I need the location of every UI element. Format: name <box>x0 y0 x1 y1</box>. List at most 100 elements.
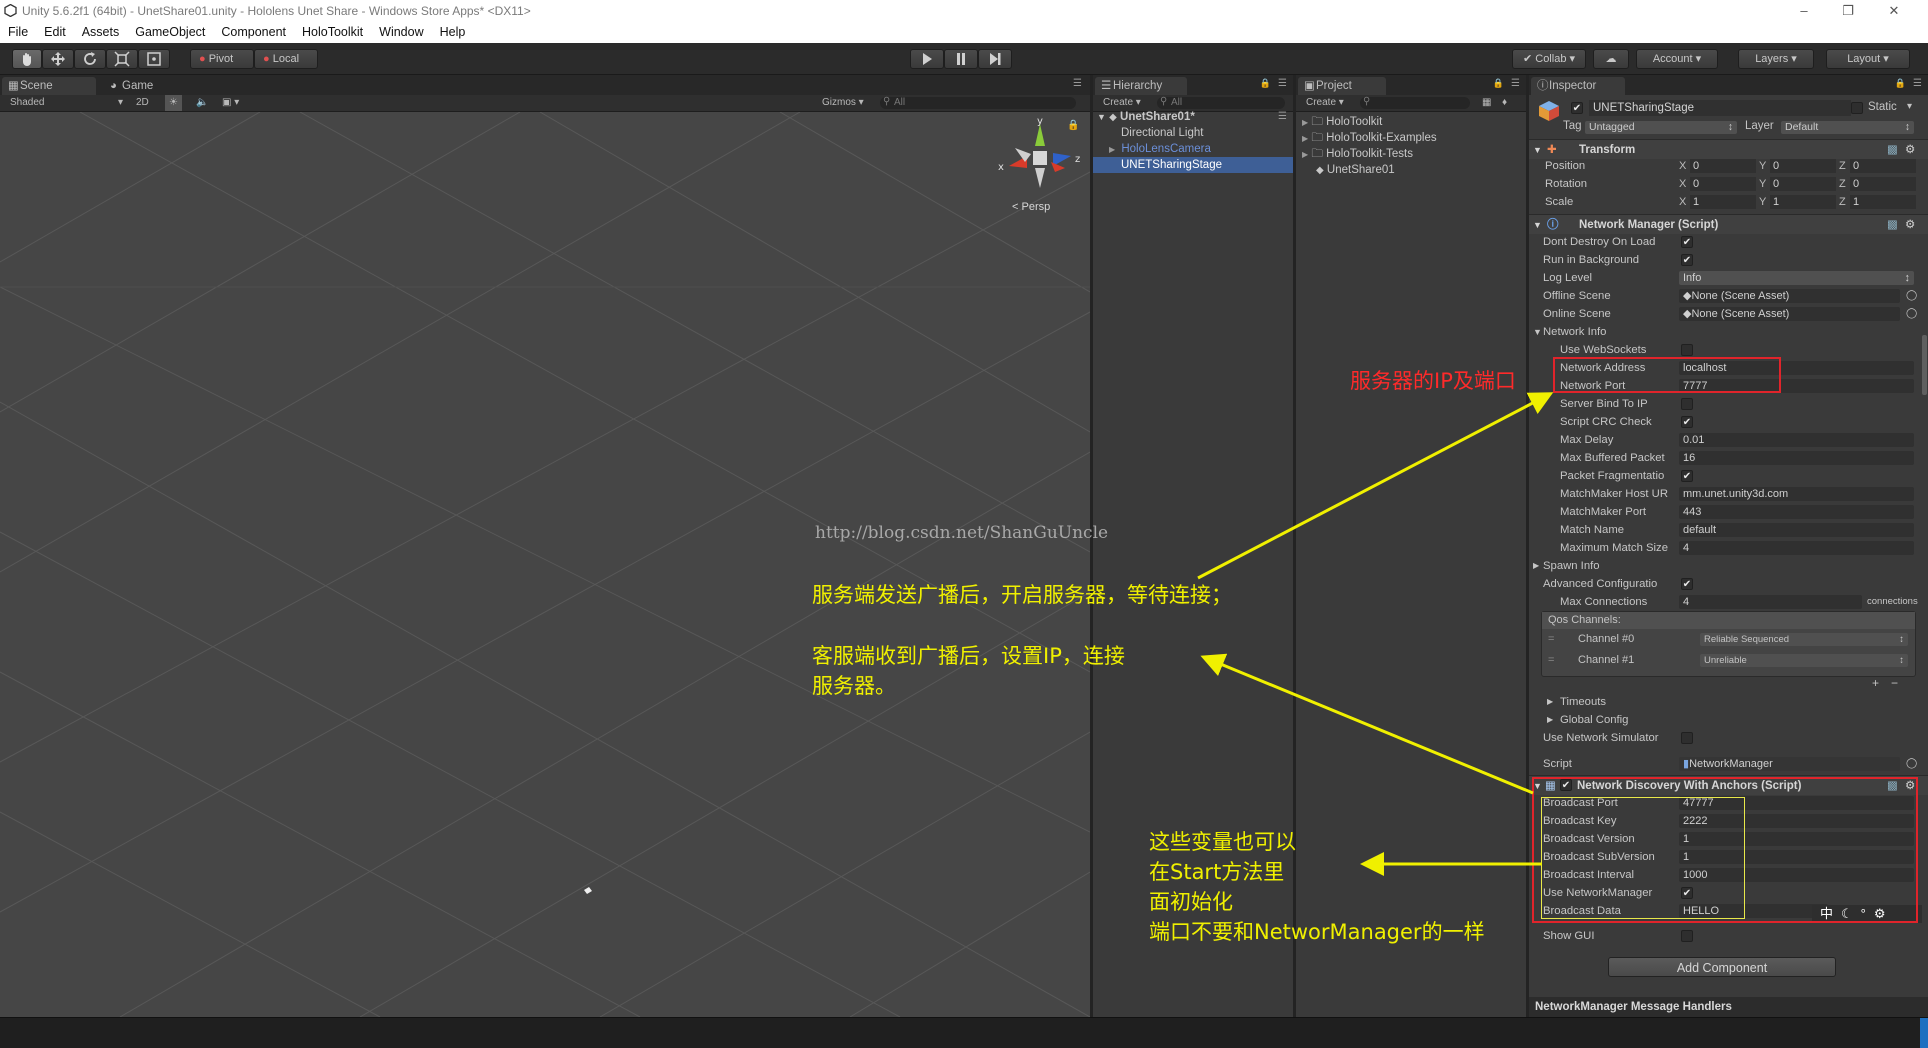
tag-dropdown[interactable]: Untagged ↕ <box>1585 121 1737 134</box>
drag-handle-icon[interactable]: = <box>1548 650 1554 671</box>
create-dropdown[interactable]: Create ▾ <box>1306 95 1344 111</box>
project-scene-row[interactable]: ◆ UnetShare01 <box>1316 162 1395 178</box>
panel-menu-icon[interactable]: ☰ <box>1511 78 1520 89</box>
hierarchy-item-selected[interactable]: UNETSharingStage <box>1093 157 1293 173</box>
match-name-input[interactable]: default <box>1679 523 1914 537</box>
active-checkbox[interactable]: ✔ <box>1571 102 1583 114</box>
layers-dropdown[interactable]: Layers ▾ <box>1738 49 1814 69</box>
project-folder-row[interactable]: ▶ 🗀 HoloToolkit <box>1302 114 1382 130</box>
layout-dropdown[interactable]: Layout ▾ <box>1826 49 1910 69</box>
x-field[interactable]: X0 <box>1679 177 1756 191</box>
tab-inspector[interactable]: ⓘ Inspector <box>1531 77 1625 95</box>
use-websockets-checkbox[interactable] <box>1681 344 1693 356</box>
local-toggle-button[interactable]: ● Local <box>254 49 318 69</box>
close-button[interactable]: ✕ <box>1872 0 1916 22</box>
object-picker-icon[interactable]: ◯ <box>1906 287 1917 305</box>
run-in-background-checkbox[interactable]: ✔ <box>1681 254 1693 266</box>
project-folder-row[interactable]: ▶ 🗀 HoloToolkit-Examples <box>1302 130 1437 146</box>
spawn-info-foldout[interactable]: ▶ Spawn Info <box>1529 557 1928 575</box>
channel-type-dropdown[interactable]: Unreliable ↕ <box>1700 654 1908 667</box>
object-picker-icon[interactable]: ◯ <box>1906 305 1917 323</box>
y-field[interactable]: Y1 <box>1759 195 1836 209</box>
max-buffered-input[interactable]: 16 <box>1679 451 1914 465</box>
menu-gameobject[interactable]: GameObject <box>135 22 205 43</box>
packet-frag-checkbox[interactable]: ✔ <box>1681 470 1693 482</box>
hierarchy-search-field[interactable]: ⚲ All <box>1157 96 1285 109</box>
project-folder-row[interactable]: ▶ 🗀 HoloToolkit-Tests <box>1302 146 1413 162</box>
global-config-foldout[interactable]: ▶ Global Config <box>1529 711 1928 729</box>
inspector-scrollbar[interactable] <box>1922 335 1927 395</box>
gizmo-lock-icon[interactable]: 🔒 <box>1067 120 1079 131</box>
add-channel-icon[interactable]: + <box>1872 676 1879 690</box>
orientation-gizmo[interactable]: y x z <box>995 118 1085 208</box>
object-picker-icon[interactable]: ◯ <box>1906 755 1917 773</box>
menu-component[interactable]: Component <box>221 22 286 43</box>
advanced-config-checkbox[interactable]: ✔ <box>1681 578 1693 590</box>
offline-scene-field[interactable]: ◆None (Scene Asset) <box>1679 289 1900 303</box>
menu-edit[interactable]: Edit <box>44 22 66 43</box>
panel-menu-icon[interactable]: ☰ <box>1913 78 1922 89</box>
static-checkbox[interactable] <box>1851 102 1863 114</box>
tab-project[interactable]: ▣ Project <box>1298 77 1386 95</box>
z-field[interactable]: Z0 <box>1839 177 1916 191</box>
filter-by-label-icon[interactable]: ♦ <box>1502 95 1507 111</box>
qos-channel-row[interactable]: = Channel #0 Reliable Sequenced ↕ <box>1542 629 1915 650</box>
rotate-tool-button[interactable] <box>74 49 106 69</box>
max-connections-input[interactable]: 4 <box>1679 595 1862 609</box>
mm-host-input[interactable]: mm.unet.unity3d.com <box>1679 487 1914 501</box>
max-match-size-input[interactable]: 4 <box>1679 541 1914 555</box>
effects-dropdown-icon[interactable]: ▣ ▾ <box>222 95 239 111</box>
shading-mode-dropdown[interactable]: Shaded <box>10 95 44 111</box>
step-button[interactable] <box>978 49 1012 69</box>
panel-menu-icon[interactable]: ☰ <box>1073 78 1082 89</box>
max-delay-input[interactable]: 0.01 <box>1679 433 1914 447</box>
y-field[interactable]: Y0 <box>1759 177 1836 191</box>
scale-tool-button[interactable] <box>106 49 138 69</box>
play-button[interactable] <box>910 49 944 69</box>
scene-root-row[interactable]: ▼ ◆ UnetShare01* ☰ <box>1097 109 1289 125</box>
menu-window[interactable]: Window <box>379 22 423 43</box>
show-gui-checkbox[interactable] <box>1681 930 1693 942</box>
dont-destroy-checkbox[interactable]: ✔ <box>1681 236 1693 248</box>
2d-toggle[interactable]: 2D <box>136 95 149 111</box>
lock-icon[interactable]: 🔒 <box>1493 78 1504 89</box>
filter-by-type-icon[interactable]: ▦ <box>1482 95 1491 111</box>
z-field[interactable]: Z0 <box>1839 159 1916 173</box>
qos-channel-row[interactable]: = Channel #1 Unreliable ↕ <box>1542 650 1915 671</box>
mm-port-input[interactable]: 443 <box>1679 505 1914 519</box>
transform-component-header[interactable]: ▼ ✚ Transform ▩ ⚙ <box>1529 139 1928 159</box>
scene-search-field[interactable]: ⚲ All <box>880 96 1076 109</box>
panel-menu-icon[interactable]: ☰ <box>1278 78 1287 89</box>
tab-scene[interactable]: ▦ Scene <box>2 77 96 95</box>
gear-icon[interactable]: ⚙ <box>1905 215 1915 235</box>
remove-channel-icon[interactable]: − <box>1891 676 1898 690</box>
server-bind-checkbox[interactable] <box>1681 398 1693 410</box>
channel-type-dropdown[interactable]: Reliable Sequenced ↕ <box>1700 633 1908 646</box>
cloud-button[interactable]: ☁ <box>1593 49 1629 69</box>
pause-button[interactable] <box>944 49 978 69</box>
menu-holotoolkit[interactable]: HoloToolkit <box>302 22 363 43</box>
scene-viewport[interactable]: y x z 🔒 < Persp <box>0 112 1090 1017</box>
lock-icon[interactable]: 🔒 <box>1260 78 1271 89</box>
hierarchy-item[interactable]: Directional Light <box>1121 125 1289 141</box>
rect-tool-button[interactable] <box>138 49 170 69</box>
move-tool-button[interactable] <box>42 49 74 69</box>
tab-game[interactable]: ◕ Game <box>104 77 184 95</box>
network-info-foldout[interactable]: ▼ Network Info <box>1529 323 1928 341</box>
script-crc-checkbox[interactable]: ✔ <box>1681 416 1693 428</box>
gizmos-dropdown[interactable]: Gizmos ▾ <box>822 95 864 111</box>
perspective-toggle[interactable]: < Persp <box>1012 201 1050 213</box>
pivot-toggle-button[interactable]: ● Pivot <box>190 49 254 69</box>
restore-button[interactable]: ❐ <box>1826 0 1870 22</box>
project-search-field[interactable]: ⚲ <box>1360 96 1470 109</box>
lighting-toggle-icon[interactable]: ☀ <box>165 95 182 111</box>
log-level-dropdown[interactable]: Info ↕ <box>1679 271 1914 285</box>
lock-icon[interactable]: 🔒 <box>1895 78 1906 89</box>
y-field[interactable]: Y0 <box>1759 159 1836 173</box>
help-icon[interactable]: ▩ <box>1887 215 1898 235</box>
menu-file[interactable]: File <box>8 22 28 43</box>
object-name-field[interactable]: UNETSharingStage <box>1589 100 1851 116</box>
menu-help[interactable]: Help <box>440 22 466 43</box>
script-field[interactable]: ▮NetworkManager <box>1679 757 1900 771</box>
timeouts-foldout[interactable]: ▶ Timeouts <box>1529 693 1928 711</box>
